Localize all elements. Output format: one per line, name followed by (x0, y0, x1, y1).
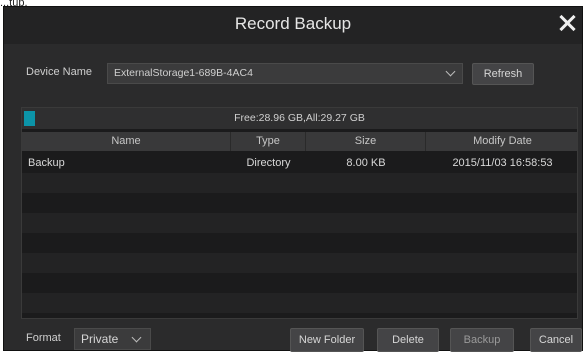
record-backup-dialog: Record Backup Device Name ExternalStorag… (3, 6, 583, 352)
empty-table-row (22, 293, 577, 313)
refresh-button[interactable]: Refresh (472, 63, 534, 85)
column-header-modify-date[interactable]: Modify Date (426, 132, 577, 151)
dialog-titlebar: Record Backup (4, 7, 582, 44)
row-size: 8.00 KB (346, 157, 386, 169)
storage-usage-text: Free:28.96 GB,All:29.27 GB (234, 112, 365, 124)
new-folder-button[interactable]: New Folder (290, 328, 364, 352)
file-table-header: Name Type Size Modify Date (22, 132, 577, 151)
empty-table-row (22, 213, 577, 233)
storage-usage-bar: Free:28.96 GB,All:29.27 GB (22, 108, 577, 129)
dialog-title: Record Backup (234, 14, 352, 33)
chevron-down-icon (131, 332, 142, 343)
empty-table-row (22, 233, 577, 253)
row-modify-date: 2015/11/03 16:58:53 (452, 157, 553, 169)
delete-button[interactable]: Delete (377, 328, 439, 352)
close-icon[interactable] (558, 14, 576, 32)
device-name-label: Device Name (26, 66, 93, 78)
empty-table-row (22, 273, 577, 293)
format-select[interactable]: Private (74, 328, 151, 350)
empty-table-row (22, 253, 577, 273)
device-name-value: ExternalStorage1-689B-4AC4 (114, 67, 253, 79)
empty-table-row (22, 193, 577, 213)
empty-table-row (22, 173, 577, 193)
device-name-select[interactable]: ExternalStorage1-689B-4AC4 (107, 63, 463, 84)
backup-button[interactable]: Backup (450, 328, 514, 352)
row-type: Directory (246, 157, 291, 169)
format-label: Format (26, 332, 61, 344)
chevron-down-icon (445, 66, 456, 77)
cancel-button[interactable]: Cancel (530, 328, 582, 352)
column-header-name[interactable]: Name (22, 132, 231, 151)
row-name: Backup (28, 157, 65, 169)
file-browser-panel: Free:28.96 GB,All:29.27 GB Name Type Siz… (21, 107, 578, 319)
column-header-size[interactable]: Size (306, 132, 426, 151)
column-header-type[interactable]: Type (231, 132, 306, 151)
table-row[interactable]: Backup Directory 8.00 KB 2015/11/03 16:5… (22, 153, 577, 173)
format-value: Private (81, 332, 119, 346)
